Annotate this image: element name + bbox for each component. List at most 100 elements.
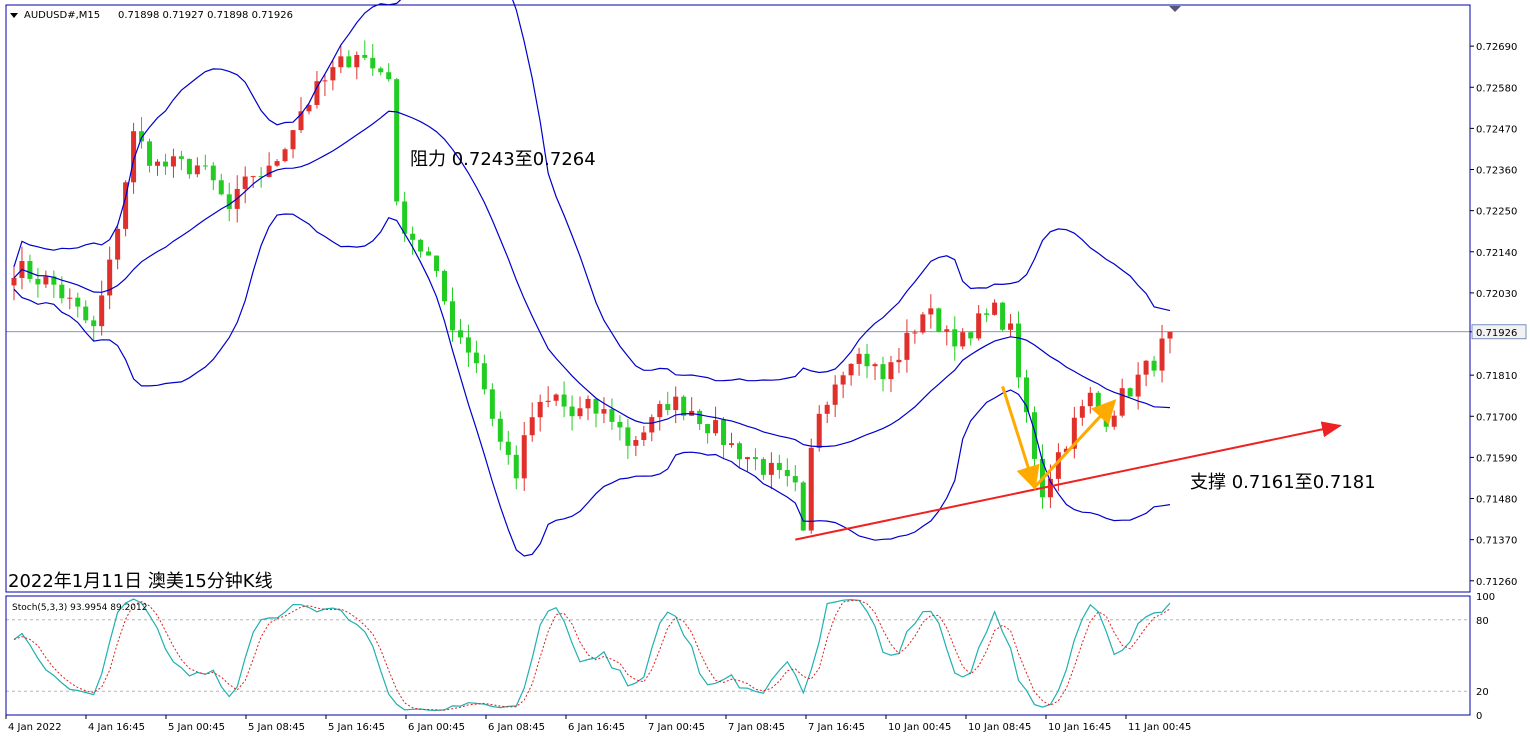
candle-body	[1127, 388, 1133, 397]
candle-body	[147, 141, 153, 166]
x-tick-label: 11 Jan 00:45	[1128, 722, 1191, 733]
candle-body	[744, 457, 750, 460]
candle-body	[561, 394, 567, 407]
candle-body	[617, 421, 623, 428]
candle-body	[513, 454, 519, 479]
chart-background	[0, 0, 1530, 744]
candle-body	[832, 384, 838, 405]
candle-body	[729, 443, 735, 445]
candle-body	[418, 239, 424, 252]
candle-body	[1167, 331, 1173, 339]
y-tick-label: 0.71260	[1476, 577, 1517, 588]
candle-body	[1119, 388, 1125, 416]
candle-body	[386, 72, 392, 80]
candle-body	[489, 389, 495, 419]
y-tick-label: 0.72030	[1476, 289, 1517, 300]
x-tick-label: 6 Jan 08:45	[488, 722, 545, 733]
candle-body	[952, 329, 958, 347]
candle-body	[992, 302, 998, 315]
candle-body	[473, 352, 479, 364]
candle-body	[537, 401, 543, 418]
candle-body	[449, 301, 455, 331]
candle-body	[529, 417, 535, 436]
candle-body	[808, 447, 814, 531]
candle-body	[649, 417, 655, 433]
candle-body	[1016, 323, 1022, 378]
candle-body	[848, 363, 854, 376]
candle-body	[936, 308, 942, 332]
candle-body	[27, 261, 33, 279]
candle-body	[968, 332, 974, 339]
candle-body	[1087, 392, 1093, 407]
candle-body	[641, 432, 647, 441]
candle-body	[410, 233, 416, 240]
candle-body	[752, 457, 758, 460]
candle-body	[880, 364, 886, 380]
candle-body	[218, 180, 224, 195]
candle-body	[497, 418, 503, 442]
candle-body	[633, 440, 639, 446]
y-tick-label: 0.71370	[1476, 536, 1517, 547]
candle-body	[290, 130, 296, 150]
candle-body	[346, 56, 352, 68]
candle-body	[457, 330, 463, 338]
candle-body	[426, 251, 432, 256]
candle-body	[585, 398, 591, 409]
candle-body	[242, 176, 248, 189]
candle-body	[434, 255, 440, 271]
chart-caption: 2022年1月11日 澳美15分钟K线	[8, 571, 273, 592]
x-tick-label: 7 Jan 16:45	[808, 722, 865, 733]
stochastic-label: Stoch(5,3,3) 93.9954 89.2012	[12, 603, 147, 613]
candle-body	[370, 57, 376, 69]
stoch-level-label: 0	[1476, 711, 1482, 722]
candle-body	[154, 161, 160, 166]
candle-body	[481, 363, 487, 390]
y-tick-label: 0.72360	[1476, 166, 1517, 177]
candle-body	[920, 314, 926, 333]
x-tick-label: 10 Jan 16:45	[1048, 722, 1111, 733]
candle-body	[776, 462, 782, 470]
candle-body	[768, 462, 774, 475]
candle-body	[577, 408, 583, 417]
candle-body	[162, 161, 168, 167]
candle-body	[856, 353, 862, 364]
candle-body	[210, 165, 216, 181]
candle-body	[250, 176, 256, 178]
candle-body	[896, 359, 902, 363]
y-tick-label: 0.72690	[1476, 42, 1517, 53]
candle-body	[11, 277, 17, 286]
candle-body	[545, 400, 551, 402]
candle-body	[665, 404, 671, 411]
candle-body	[681, 396, 687, 416]
candle-body	[784, 469, 790, 477]
candle-body	[713, 420, 719, 434]
candle-body	[378, 68, 384, 73]
candle-body	[442, 270, 448, 302]
x-tick-label: 4 Jan 2022	[8, 722, 62, 733]
candle-body	[705, 424, 711, 434]
support-annotation: 支撑 0.7161至0.7181	[1190, 472, 1376, 493]
candle-body	[625, 427, 631, 446]
candle-body	[800, 482, 806, 531]
y-tick-label: 0.72250	[1476, 207, 1517, 218]
y-tick-label: 0.71480	[1476, 495, 1517, 506]
candle-body	[266, 165, 272, 177]
candle-body	[505, 441, 511, 455]
candle-body	[1111, 415, 1117, 427]
candle-body	[59, 284, 65, 299]
y-tick-label: 0.71926	[1476, 328, 1517, 339]
y-tick-label: 0.71590	[1476, 453, 1517, 464]
x-tick-label: 6 Jan 16:45	[568, 722, 625, 733]
x-tick-label: 6 Jan 00:45	[408, 722, 465, 733]
candle-body	[170, 156, 176, 167]
y-tick-label: 0.72580	[1476, 83, 1517, 94]
candle-body	[394, 79, 400, 202]
x-tick-label: 10 Jan 08:45	[968, 722, 1031, 733]
candle-body	[609, 409, 615, 422]
candle-body	[1151, 360, 1157, 371]
candle-body	[721, 420, 727, 445]
candle-body	[75, 297, 81, 307]
price-chart-svg: 0.72690 0.72580 0.72470 0.72360 0.72250 0.721…	[0, 0, 1530, 744]
candle-body	[984, 313, 990, 315]
candle-body	[338, 56, 344, 68]
